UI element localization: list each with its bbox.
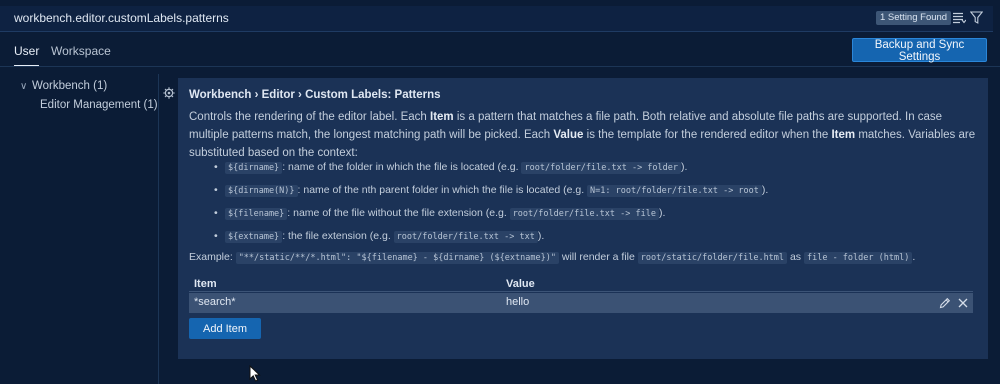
table-header-divider — [189, 291, 973, 292]
settings-found-badge: 1 Setting Found — [876, 11, 952, 25]
chevron-down-icon: ∨ — [20, 81, 28, 92]
search-bar: 1 Setting Found — [0, 6, 993, 32]
settings-search-input[interactable] — [14, 9, 854, 27]
tree-item-label: Workbench (1) — [32, 80, 108, 92]
filter-icon[interactable] — [970, 11, 983, 24]
tab-user[interactable]: User — [14, 44, 40, 66]
header-divider — [0, 66, 1000, 67]
example-text: Example: "**/static/**/*.html": "${filen… — [189, 251, 916, 264]
cell-item: *search* — [194, 296, 236, 308]
mouse-cursor-icon — [249, 365, 261, 382]
list-item: ${filename}: name of the file without th… — [214, 207, 665, 220]
edit-icon[interactable] — [939, 297, 951, 309]
column-header-value: Value — [506, 278, 535, 290]
cell-value: hello — [506, 296, 530, 308]
setting-title: Workbench › Editor › Custom Labels: Patt… — [189, 89, 441, 101]
gear-icon[interactable] — [163, 87, 175, 99]
setting-panel: Workbench › Editor › Custom Labels: Patt… — [178, 78, 988, 359]
column-header-item: Item — [194, 278, 217, 290]
list-item: ${extname}: the file extension (e.g. roo… — [214, 230, 544, 243]
list-icon[interactable] — [953, 12, 966, 24]
setting-description: Controls the rendering of the editor lab… — [189, 111, 976, 159]
list-item: ${dirname(N)}: name of the nth parent fo… — [214, 184, 768, 197]
tree-item-label: Editor Management (1) — [40, 99, 158, 111]
list-item: ${dirname}: name of the folder in which … — [214, 161, 687, 174]
sidebar-separator — [158, 74, 159, 384]
tree-item-workbench[interactable]: ∨ Workbench (1) — [20, 80, 107, 92]
backup-and-sync-button[interactable]: Backup and Sync Settings — [852, 38, 987, 63]
tab-workspace[interactable]: Workspace — [51, 44, 111, 58]
remove-icon[interactable] — [957, 297, 969, 309]
add-item-button[interactable]: Add Item — [189, 318, 261, 339]
tree-item-editor-management[interactable]: Editor Management (1) — [40, 99, 158, 111]
table-row[interactable]: *search* hello — [189, 293, 973, 313]
